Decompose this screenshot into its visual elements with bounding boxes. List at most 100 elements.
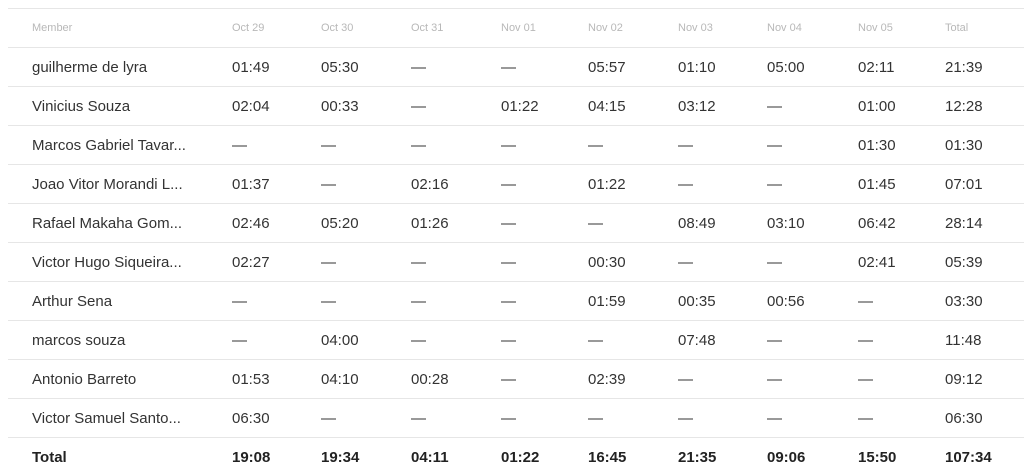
table-row[interactable]: Vinicius Souza 02:04 00:33 — 01:22 04:15 03:12… [8, 87, 1024, 126]
member-name[interactable]: Victor Hugo Siqueira... [32, 243, 192, 281]
time-cell: — [321, 409, 336, 427]
time-cell: 03:10 [767, 214, 805, 232]
row-total-cell: 06:30 [945, 409, 983, 427]
time-cell: — [501, 331, 516, 349]
time-cell: — [588, 214, 603, 232]
column-header-date[interactable]: Oct 31 [411, 9, 443, 47]
time-cell: 00:33 [321, 97, 359, 115]
member-name[interactable]: Antonio Barreto [32, 360, 192, 398]
row-total-cell: 21:39 [945, 58, 983, 76]
time-cell: 01:30 [858, 136, 896, 154]
time-cell: — [767, 331, 782, 349]
time-cell: — [501, 409, 516, 427]
column-header-date[interactable]: Nov 04 [767, 9, 802, 47]
time-cell: 02:46 [232, 214, 270, 232]
member-name[interactable]: marcos souza [32, 321, 192, 359]
time-cell: — [588, 409, 603, 427]
row-total-cell: 05:39 [945, 253, 983, 271]
time-cell: — [411, 409, 426, 427]
column-header-date[interactable]: Oct 30 [321, 9, 353, 47]
column-header-date[interactable]: Nov 03 [678, 9, 713, 47]
table-row[interactable]: marcos souza — 04:00 — — — 07:48 — — 11:48 [8, 321, 1024, 360]
time-cell: 01:10 [678, 58, 716, 76]
time-cell: 05:20 [321, 214, 359, 232]
time-cell: 00:28 [411, 370, 449, 388]
member-name[interactable]: Victor Samuel Santo... [32, 399, 192, 437]
time-cell: — [767, 370, 782, 388]
total-cell: 04:11 [411, 448, 449, 466]
table-row[interactable]: Victor Hugo Siqueira... 02:27 — — — 00:30 — — 02… [8, 243, 1024, 282]
time-cell: — [321, 292, 336, 310]
time-cell: 06:30 [232, 409, 270, 427]
row-total-cell: 11:48 [945, 331, 982, 349]
total-cell: 09:06 [767, 448, 806, 466]
time-cell: — [411, 136, 426, 154]
time-cell: — [588, 331, 603, 349]
table-row[interactable]: Marcos Gabriel Tavar... — — — — — — — 01:30 01:30 [8, 126, 1024, 165]
table-row[interactable]: Victor Samuel Santo... 06:30 — — — — — — — 06:30 [8, 399, 1024, 438]
total-cell: 19:08 [232, 448, 271, 466]
time-cell: 02:16 [411, 175, 449, 193]
time-cell: 01:00 [858, 97, 896, 115]
time-cell: 02:39 [588, 370, 626, 388]
column-header-member[interactable]: Member [32, 9, 192, 47]
time-cell: — [678, 253, 693, 271]
table-row[interactable]: Antonio Barreto 01:53 04:10 00:28 — 02:39 — — — 0… [8, 360, 1024, 399]
table-row[interactable]: Rafael Makaha Gom... 02:46 05:20 01:26 — — 08:… [8, 204, 1024, 243]
time-cell: — [767, 136, 782, 154]
time-cell: — [501, 370, 516, 388]
time-cell: — [767, 97, 782, 115]
time-cell: 01:22 [588, 175, 626, 193]
time-cell: — [767, 409, 782, 427]
time-cell: — [232, 292, 247, 310]
table-row[interactable]: guilherme de lyra 01:49 05:30 — — 05:57 01:10 0… [8, 48, 1024, 87]
time-cell: 01:45 [858, 175, 896, 193]
time-cell: — [321, 136, 336, 154]
time-cell: 01:26 [411, 214, 449, 232]
member-name[interactable]: Marcos Gabriel Tavar... [32, 126, 192, 164]
time-report-table: Member Oct 29 Oct 30 Oct 31 Nov 01 Nov 0… [8, 8, 1024, 476]
time-cell: 05:57 [588, 58, 626, 76]
member-name[interactable]: Arthur Sena [32, 282, 192, 320]
time-cell: — [678, 409, 693, 427]
member-name[interactable]: Rafael Makaha Gom... [32, 204, 192, 242]
member-name[interactable]: Joao Vitor Morandi L... [32, 165, 192, 203]
row-total-cell: 28:14 [945, 214, 983, 232]
time-cell: 08:49 [678, 214, 716, 232]
table-row[interactable]: Joao Vitor Morandi L... 01:37 — 02:16 — 01:22… [8, 165, 1024, 204]
time-cell: 07:48 [678, 331, 716, 349]
total-label: Total [32, 448, 67, 466]
column-header-date[interactable]: Nov 05 [858, 9, 893, 47]
table-row[interactable]: Arthur Sena — — — — 01:59 00:35 00:56 — 03:30 [8, 282, 1024, 321]
time-cell: — [501, 58, 516, 76]
time-cell: — [321, 175, 336, 193]
time-cell: 06:42 [858, 214, 896, 232]
time-cell: 05:30 [321, 58, 359, 76]
total-cell: 21:35 [678, 448, 717, 466]
total-cell: 16:45 [588, 448, 627, 466]
member-name[interactable]: guilherme de lyra [32, 48, 192, 86]
time-cell: 01:37 [232, 175, 270, 193]
column-header-date[interactable]: Nov 02 [588, 9, 623, 47]
column-header-date[interactable]: Nov 01 [501, 9, 536, 47]
time-cell: — [411, 58, 426, 76]
member-name[interactable]: Vinicius Souza [32, 87, 192, 125]
time-cell: 04:15 [588, 97, 626, 115]
time-cell: 02:11 [858, 58, 895, 76]
total-cell: 19:34 [321, 448, 360, 466]
time-cell: — [678, 136, 693, 154]
time-cell: — [767, 253, 782, 271]
column-header-date[interactable]: Oct 29 [232, 9, 264, 47]
total-cell: 15:50 [858, 448, 897, 466]
table-header-row: Member Oct 29 Oct 30 Oct 31 Nov 01 Nov 0… [8, 8, 1024, 48]
time-cell: — [501, 214, 516, 232]
time-cell: 01:59 [588, 292, 626, 310]
time-cell: 02:41 [858, 253, 896, 271]
column-header-total[interactable]: Total [945, 9, 968, 47]
time-cell: — [501, 253, 516, 271]
time-cell: 01:53 [232, 370, 270, 388]
time-cell: — [678, 370, 693, 388]
time-cell: — [858, 370, 873, 388]
time-cell: — [501, 175, 516, 193]
time-cell: 00:35 [678, 292, 716, 310]
